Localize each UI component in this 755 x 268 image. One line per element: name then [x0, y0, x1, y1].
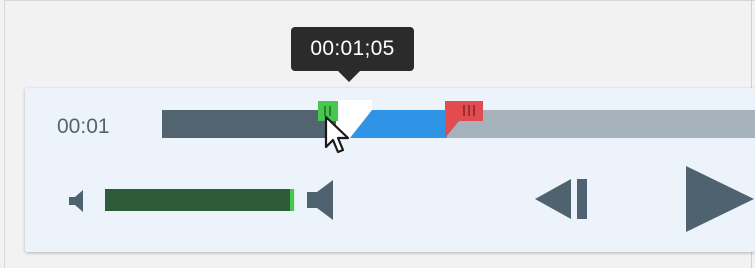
window-frame-left: [4, 0, 5, 268]
volume-low-icon[interactable]: [67, 188, 85, 214]
mouse-pointer-icon: [324, 115, 350, 154]
volume-high-icon[interactable]: [305, 178, 335, 222]
play-button[interactable]: [684, 164, 755, 234]
out-point-marker-icon[interactable]: [445, 101, 483, 139]
tooltip-arrow: [338, 71, 360, 82]
current-time-label: 00:01: [57, 115, 110, 138]
timeline-played-region[interactable]: [162, 110, 343, 138]
volume-slider-handle[interactable]: [290, 189, 294, 211]
step-back-button[interactable]: [535, 175, 591, 223]
window-frame-top: [4, 0, 755, 1]
volume-slider-fill[interactable]: [105, 189, 293, 211]
time-tooltip: 00:01;05: [291, 27, 414, 71]
